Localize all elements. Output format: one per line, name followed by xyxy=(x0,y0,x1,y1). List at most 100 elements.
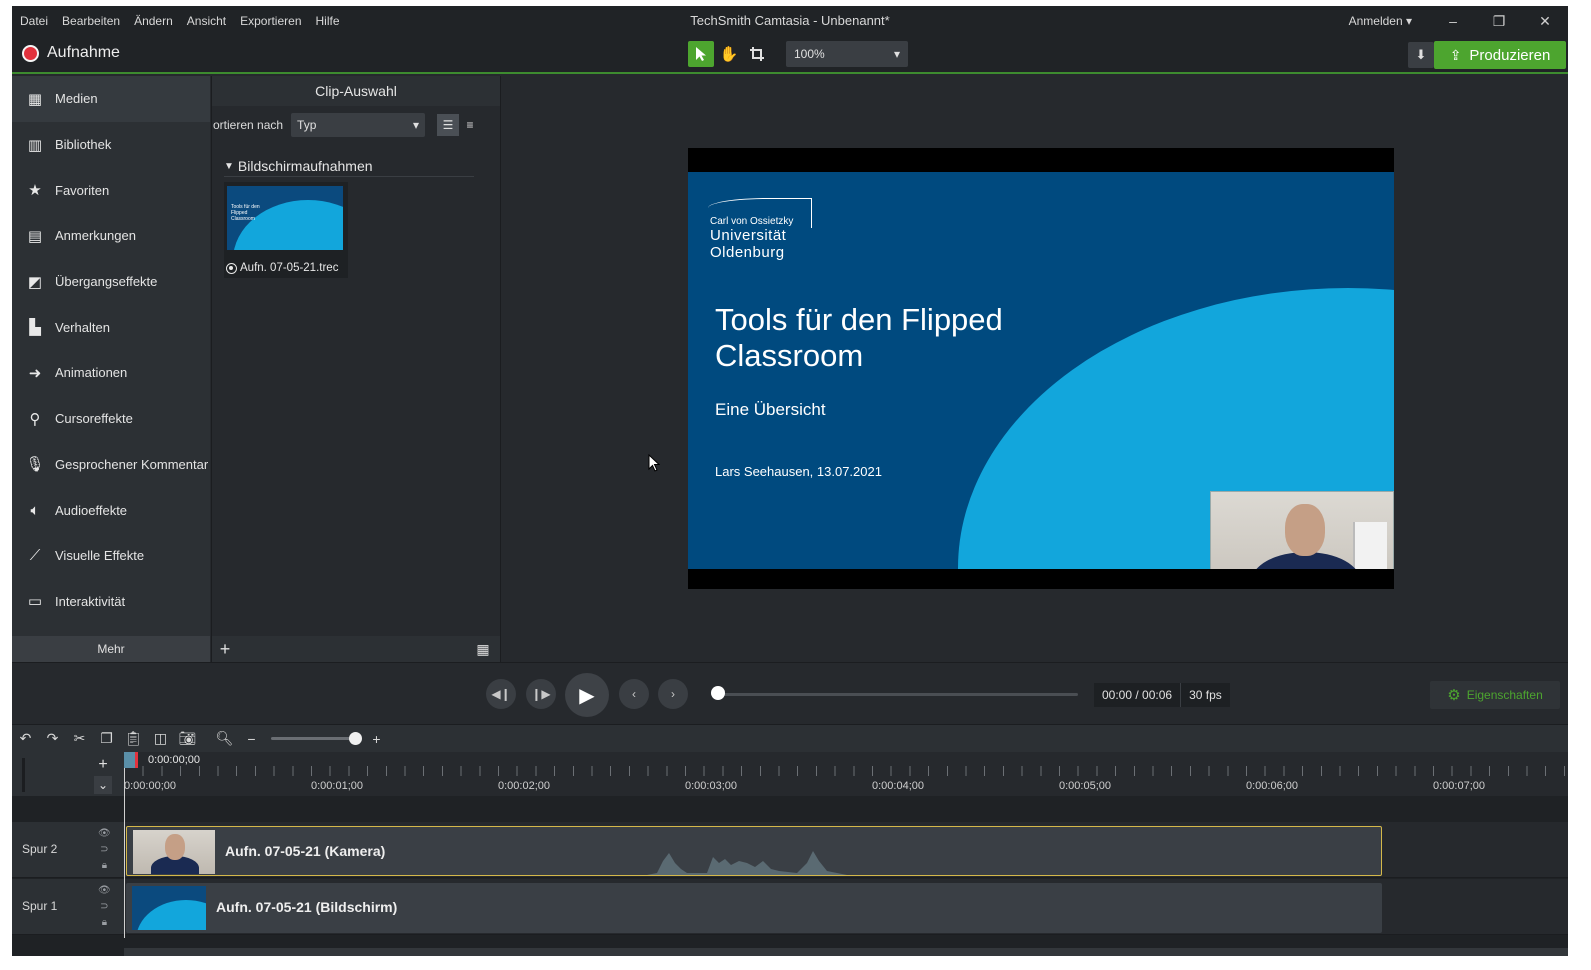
sidebar-item-animations[interactable]: ➜ Animationen xyxy=(12,350,210,396)
close-button[interactable]: ✕ xyxy=(1522,6,1568,36)
logo-line-1: Universität xyxy=(710,227,787,244)
lock-icon[interactable]: 🔒︎ xyxy=(102,858,107,874)
split-button[interactable]: ◫ xyxy=(147,726,174,752)
group-header[interactable]: ▼ Bildschirmaufnahmen xyxy=(224,158,474,177)
minimize-button[interactable]: – xyxy=(1430,6,1476,36)
previous-marker-button[interactable]: ‹ xyxy=(619,679,649,709)
cut-button[interactable]: ✂ xyxy=(66,726,93,752)
menu-view[interactable]: Ansicht xyxy=(180,6,233,36)
crop-icon xyxy=(750,47,764,61)
sidebar-item-label: Cursoreffekte xyxy=(55,411,133,427)
time-display: 00:00 / 00:06 30 fps xyxy=(1094,683,1230,707)
properties-button[interactable]: ⚙ Eigenschaften xyxy=(1430,681,1560,709)
sidebar-item-library[interactable]: ▥ Bibliothek xyxy=(12,122,210,168)
track-header-2[interactable]: Spur 2 👁︎ ⊃ 🔒︎ xyxy=(12,822,124,878)
track-height-slider[interactable] xyxy=(22,758,25,792)
triangle-down-icon: ▼ xyxy=(224,160,234,172)
sort-descending-button[interactable]: ≡ xyxy=(459,114,481,136)
zoom-select[interactable]: 100% ▾ xyxy=(786,41,908,67)
paste-button[interactable]: 📋︎ xyxy=(120,726,147,752)
timeline-tracks: Spur 2 👁︎ ⊃ 🔒︎ Aufn. 07-05-21 (Kamera) S… xyxy=(12,796,1568,956)
track-header-1[interactable]: Spur 1 👁︎ ⊃ 🔒︎ xyxy=(12,879,124,935)
view-toggle-button[interactable]: ▦ xyxy=(468,638,498,660)
time-readout: 00:00 / 00:06 xyxy=(1102,688,1173,702)
sidebar-item-behaviors[interactable]: ▙ Verhalten xyxy=(12,304,210,350)
media-item[interactable]: Tools für den Flipped Classroom Aufn. 07… xyxy=(224,182,348,278)
redo-icon: ↷ xyxy=(46,730,59,746)
preview-canvas[interactable]: Carl von Ossietzky Universität Oldenburg… xyxy=(502,76,1568,662)
sidebar-item-audio-effects[interactable]: 🔈︎ Audioeffekte xyxy=(12,487,210,533)
sidebar-item-cursor-effects[interactable]: ⚲ Cursoreffekte xyxy=(12,396,210,442)
track-lane-1[interactable]: Aufn. 07-05-21 (Bildschirm) xyxy=(124,879,1568,935)
more-button[interactable]: Mehr xyxy=(12,636,210,662)
play-button[interactable]: ▶ xyxy=(565,673,609,717)
minus-icon: − xyxy=(247,730,256,747)
produce-button[interactable]: ⇪ Produzieren xyxy=(1434,41,1566,69)
select-tool-button[interactable] xyxy=(688,41,714,67)
sidebar-item-label: Animationen xyxy=(55,365,128,381)
clip-thumbnail xyxy=(133,830,215,874)
main-toolbar: Aufnahme ✋ 100% ▾ ⬇ ⇪ Produzieren xyxy=(12,36,1568,74)
eye-icon[interactable]: 👁︎ xyxy=(98,883,111,899)
ruler-label: 0:00:06;00 xyxy=(1246,780,1298,792)
add-media-button[interactable]: + xyxy=(214,636,236,662)
snapshot-button[interactable]: 📷︎ xyxy=(174,726,201,752)
magnet-icon[interactable]: ⊃ xyxy=(100,899,108,915)
sidebar-item-transitions[interactable]: ◩ Übergangseffekte xyxy=(12,259,210,305)
next-marker-button[interactable]: › xyxy=(658,679,688,709)
download-button[interactable]: ⬇ xyxy=(1408,42,1434,68)
crop-tool-button[interactable] xyxy=(744,41,770,67)
pan-tool-button[interactable]: ✋ xyxy=(716,41,742,67)
hand-icon: ✋ xyxy=(719,46,739,63)
eye-icon[interactable]: 👁︎ xyxy=(98,826,111,842)
play-icon: ▶ xyxy=(579,684,595,707)
add-track-button[interactable]: + xyxy=(94,756,112,774)
sidebar-item-interactivity[interactable]: ▭ Interaktivität xyxy=(12,579,210,625)
sidebar-item-annotations[interactable]: ▤ Anmerkungen xyxy=(12,213,210,259)
record-button[interactable]: Aufnahme xyxy=(22,44,120,62)
scissors-icon: ✂ xyxy=(73,730,86,746)
clip-thumbnail xyxy=(132,886,206,930)
timeline-ruler[interactable]: 0:00:00;00 0:00:00;00 0:00:01;00 0:00:02… xyxy=(124,752,1568,796)
screen-clip[interactable]: Aufn. 07-05-21 (Bildschirm) xyxy=(126,883,1382,933)
lock-icon[interactable]: 🔒︎ xyxy=(102,915,107,931)
restore-button[interactable]: ❐ xyxy=(1476,6,1522,36)
sort-ascending-button[interactable]: ☰ xyxy=(437,114,460,136)
zoom-fit-button[interactable]: 🔍︎ xyxy=(211,726,238,752)
collapse-tracks-button[interactable]: ⌄ xyxy=(94,776,112,794)
menu-export[interactable]: Exportieren xyxy=(233,6,308,36)
playhead-line xyxy=(124,768,125,938)
slide-preview[interactable]: Carl von Ossietzky Universität Oldenburg… xyxy=(688,148,1394,589)
timeline-zoom-slider[interactable] xyxy=(271,732,362,745)
copy-button[interactable]: ❐ xyxy=(93,726,120,752)
redo-button[interactable]: ↷ xyxy=(39,726,66,752)
zoom-in-button[interactable]: + xyxy=(363,726,390,752)
playhead[interactable] xyxy=(124,752,138,768)
sidebar-item-visual-effects[interactable]: ⟋ Visuelle Effekte xyxy=(12,533,210,579)
webcam-overlay[interactable] xyxy=(1210,491,1394,569)
step-back-button[interactable]: ◀❙ xyxy=(486,679,516,709)
camera-clip[interactable]: Aufn. 07-05-21 (Kamera) xyxy=(126,826,1382,876)
undo-button[interactable]: ↶ xyxy=(12,726,39,752)
logo-line-2: Oldenburg xyxy=(710,244,785,261)
sidebar-item-media[interactable]: ▦ Medien xyxy=(12,76,210,122)
timeline-scrollbar[interactable] xyxy=(124,948,1568,956)
step-forward-button[interactable]: ❙▶ xyxy=(526,679,556,709)
sidebar-item-voice-narration[interactable]: 🎙︎ Gesprochener Kommentar xyxy=(12,442,210,488)
sort-select[interactable]: Typ ▾ xyxy=(291,113,426,137)
menu-file[interactable]: Datei xyxy=(12,6,55,36)
scrub-track[interactable] xyxy=(718,693,1078,696)
signin-button[interactable]: Anmelden ▾ xyxy=(1349,14,1412,28)
zoom-out-button[interactable]: − xyxy=(238,726,265,752)
scrub-handle[interactable] xyxy=(711,686,725,700)
undo-icon: ↶ xyxy=(19,730,32,746)
track-controls-header: + ⌄ xyxy=(12,752,124,796)
track-lane-2[interactable]: Aufn. 07-05-21 (Kamera) xyxy=(124,822,1568,878)
menu-edit[interactable]: Bearbeiten xyxy=(55,6,127,36)
menu-modify[interactable]: Ändern xyxy=(127,6,180,36)
star-icon: ★ xyxy=(28,182,42,200)
magnet-icon[interactable]: ⊃ xyxy=(100,842,108,858)
sidebar-item-favorites[interactable]: ★ Favoriten xyxy=(12,167,210,213)
timeline-zoom-handle[interactable] xyxy=(349,732,362,745)
menu-help[interactable]: Hilfe xyxy=(309,6,347,36)
